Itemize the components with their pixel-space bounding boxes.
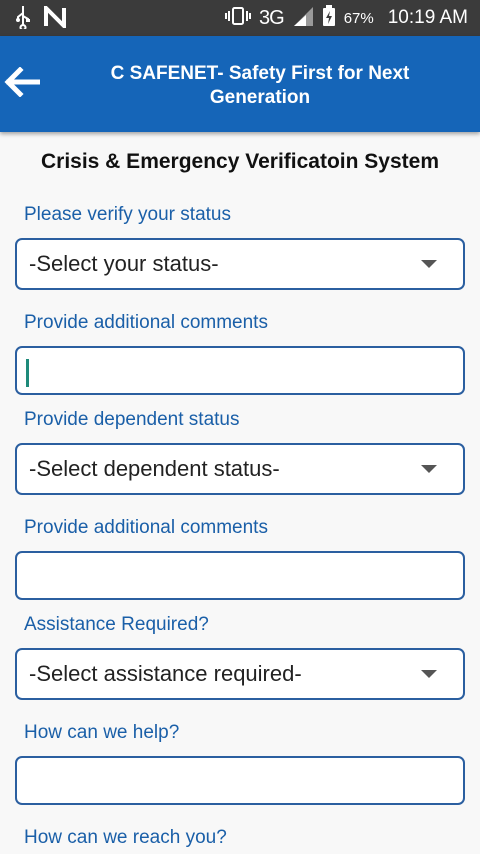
network-type: 3G — [259, 6, 285, 29]
battery-charging-icon — [322, 4, 336, 32]
dropdown-arrow-icon — [421, 670, 437, 678]
back-button[interactable] — [0, 60, 44, 108]
usb-icon — [14, 5, 32, 34]
signal-icon — [292, 5, 314, 32]
page-title: Crisis & Emergency Verificatoin System — [40, 150, 439, 173]
system-indicators: 3G 67% 10:19 AM — [225, 0, 468, 36]
arrow-back-icon — [4, 65, 41, 102]
dependent-status-select[interactable]: -Select dependent status- — [15, 443, 465, 495]
dropdown-arrow-icon — [421, 260, 437, 268]
dropdown-arrow-icon — [421, 465, 437, 473]
dependent-status-select-value: -Select dependent status- — [29, 456, 280, 481]
status-bar: 3G 67% 10:19 AM — [0, 0, 480, 36]
dependent-comments-input[interactable] — [15, 551, 465, 600]
help-input[interactable] — [15, 756, 465, 805]
notification-icons — [14, 3, 66, 34]
assistance-label: Assistance Required? — [24, 614, 209, 635]
app-title: C SAFENET- Safety First for Next Generat… — [110, 63, 410, 108]
status-label: Please verify your status — [24, 204, 231, 225]
clock: 10:19 AM — [387, 7, 468, 28]
status-select-value: -Select your status- — [29, 251, 219, 276]
app-bar: C SAFENET- Safety First for Next Generat… — [0, 36, 480, 132]
assistance-select-value: -Select assistance required- — [29, 661, 302, 686]
reach-label: How can we reach you? — [24, 827, 227, 848]
battery-percent: 67% — [343, 9, 374, 27]
n-app-icon — [44, 3, 66, 33]
text-cursor — [26, 359, 29, 387]
comments-label: Provide additional comments — [24, 312, 268, 333]
help-label: How can we help? — [24, 722, 180, 743]
status-select[interactable]: -Select your status- — [15, 238, 465, 290]
comments-input[interactable] — [15, 346, 465, 395]
vibrate-icon — [225, 6, 251, 31]
assistance-select[interactable]: -Select assistance required- — [15, 648, 465, 700]
dependent-comments-label: Provide additional comments — [24, 517, 268, 538]
dependent-status-label: Provide dependent status — [24, 409, 240, 430]
